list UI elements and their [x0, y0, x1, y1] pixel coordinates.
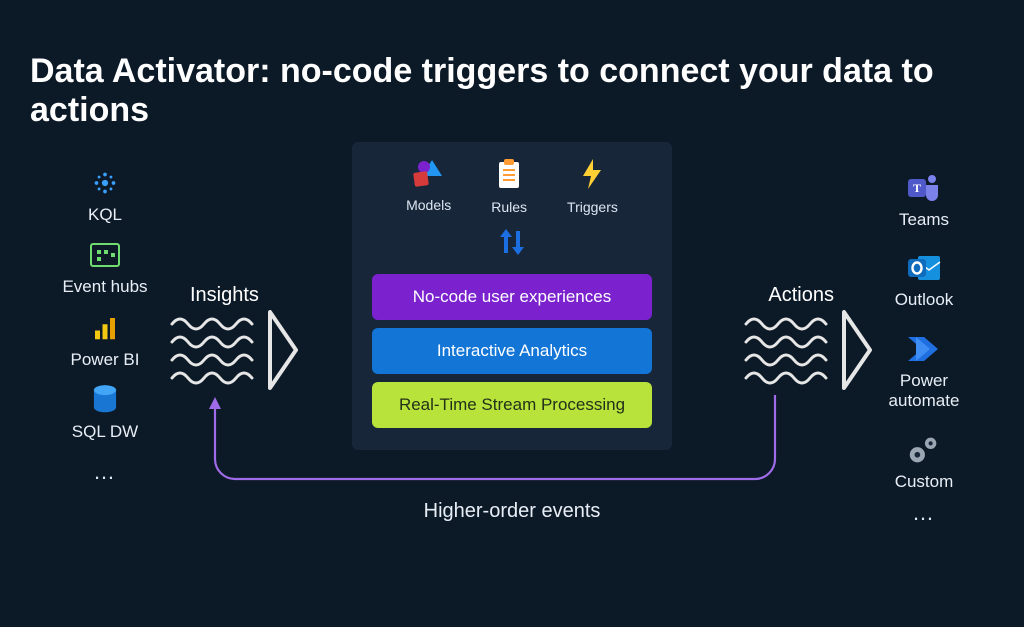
- sql-dw-icon: [87, 382, 123, 418]
- triggers-icon: [579, 158, 605, 193]
- teams-icon: T: [906, 170, 942, 206]
- rules-label: Rules: [491, 199, 527, 215]
- custom-gears-icon: [906, 432, 942, 468]
- target-label: Outlook: [895, 290, 954, 310]
- source-sql-dw: SQL DW: [72, 382, 138, 442]
- target-power-automate: Power automate: [869, 331, 979, 412]
- models-item: Models: [406, 158, 451, 215]
- triggers-label: Triggers: [567, 199, 618, 215]
- analytics-bar: Interactive Analytics: [372, 328, 652, 374]
- source-label: Event hubs: [62, 277, 147, 297]
- targets-column: T Teams Outlook Power automate Custom …: [869, 170, 979, 526]
- source-event-hubs: Event hubs: [62, 237, 147, 297]
- nocode-bar: No-code user experiences: [372, 274, 652, 320]
- kql-icon: [87, 165, 123, 201]
- target-teams: T Teams: [899, 170, 949, 230]
- bidirectional-arrows-icon: [497, 229, 527, 260]
- svg-text:T: T: [913, 181, 921, 195]
- source-kql: KQL: [87, 165, 123, 225]
- models-icon: [412, 158, 446, 191]
- page-title: Data Activator: no-code triggers to conn…: [30, 52, 994, 130]
- target-label: Teams: [899, 210, 949, 230]
- target-label: Custom: [895, 472, 954, 492]
- actions-flow-icon: [744, 310, 854, 390]
- source-power-bi: Power BI: [71, 310, 140, 370]
- target-outlook: Outlook: [895, 250, 954, 310]
- sources-more: …: [93, 459, 117, 485]
- source-label: KQL: [88, 205, 122, 225]
- insights-flow-icon: [170, 310, 280, 390]
- source-label: Power BI: [71, 350, 140, 370]
- outlook-icon: [906, 250, 942, 286]
- power-automate-icon: [906, 331, 942, 367]
- center-panel: Models Rules Triggers No-code user exper…: [352, 142, 672, 450]
- center-top-row: Models Rules Triggers: [406, 158, 618, 215]
- sources-column: KQL Event hubs Power BI SQL DW …: [50, 165, 160, 485]
- target-label: Power automate: [869, 371, 979, 412]
- source-label: SQL DW: [72, 422, 138, 442]
- higher-order-label: Higher-order events: [0, 500, 1024, 523]
- insights-label: Insights: [190, 284, 259, 307]
- power-bi-icon: [87, 310, 123, 346]
- event-hubs-icon: [87, 237, 123, 273]
- rules-item: Rules: [491, 158, 527, 215]
- rules-icon: [495, 158, 523, 193]
- actions-label: Actions: [768, 284, 834, 307]
- models-label: Models: [406, 197, 451, 213]
- stream-bar: Real-Time Stream Processing: [372, 382, 652, 428]
- triggers-item: Triggers: [567, 158, 618, 215]
